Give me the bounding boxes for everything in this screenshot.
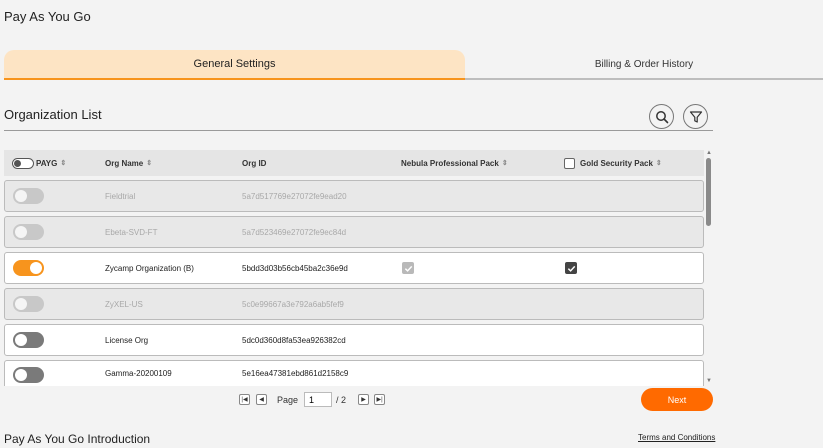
table-row[interactable]: License Org 5dc0d360d8fa53ea926382cd xyxy=(4,324,704,356)
next-page-button[interactable]: ▶ xyxy=(358,394,370,405)
search-icon xyxy=(655,110,668,123)
org-name: Zycamp Organization (B) xyxy=(105,263,194,273)
check-icon xyxy=(404,265,412,272)
sort-icon: ⇕ xyxy=(501,160,508,167)
page-number-input[interactable] xyxy=(304,392,333,407)
table-row[interactable]: Fieldtrial 5a7d517769e27072fe9ead20 xyxy=(4,180,704,212)
table-row[interactable]: Ebeta-SVD-FT 5a7d523469e27072fe9ec84d xyxy=(4,216,704,248)
gold-pack-select-all-checkbox[interactable] xyxy=(564,157,575,169)
column-org-id: Org ID xyxy=(242,150,266,176)
payg-toggle[interactable] xyxy=(13,366,44,383)
next-button[interactable]: Next xyxy=(641,388,713,411)
toggle-knob xyxy=(14,159,21,167)
column-nebula-pack-label: Nebula Professional Pack xyxy=(401,158,499,168)
tab-bar: General Settings Billing & Order History xyxy=(4,50,823,80)
search-button[interactable] xyxy=(649,104,674,129)
sort-icon: ⇕ xyxy=(655,160,662,167)
org-id: 5a7d523469e27072fe9ec84d xyxy=(242,227,347,237)
org-name: Ebeta-SVD-FT xyxy=(105,227,158,237)
filter-button[interactable] xyxy=(683,104,708,129)
org-name: Gamma-20200109 xyxy=(105,369,172,378)
check-icon xyxy=(567,265,575,272)
page-label: Page xyxy=(277,394,299,405)
prev-page-icon: ◀ xyxy=(259,397,264,403)
sort-icon: ⇕ xyxy=(146,160,153,167)
scroll-thumb[interactable] xyxy=(706,158,711,226)
org-name: ZyXEL-US xyxy=(105,299,143,309)
table-row[interactable]: Gamma-20200109 5e16ea47381ebd861d2158c9 xyxy=(4,360,704,386)
section-divider xyxy=(4,130,713,131)
column-gold-pack[interactable]: Gold Security Pack ⇕ xyxy=(564,150,662,176)
sort-icon: ⇕ xyxy=(60,160,67,167)
org-name: Fieldtrial xyxy=(105,191,136,201)
terms-link[interactable]: Terms and Conditions xyxy=(638,433,715,442)
page-title: Pay As You Go xyxy=(4,9,91,24)
toggle-knob xyxy=(15,190,27,202)
column-payg-label: PAYG xyxy=(36,158,58,168)
nebula-pack-checkbox[interactable] xyxy=(402,262,414,274)
pagination: |◀ ◀ Page / 2 ▶ ▶| xyxy=(239,392,391,407)
tab-billing-order-history[interactable]: Billing & Order History xyxy=(465,50,823,80)
table-scrollbar[interactable]: ▲ ▼ xyxy=(705,150,713,385)
intro-title: Pay As You Go Introduction xyxy=(4,432,151,446)
column-org-id-label: Org ID xyxy=(242,158,267,168)
payg-toggle[interactable] xyxy=(13,296,44,312)
org-id: 5e16ea47381ebd861d2158c9 xyxy=(242,369,349,378)
column-org-name-label: Org Name xyxy=(105,158,144,168)
last-page-button[interactable]: ▶| xyxy=(374,394,386,405)
org-name: License Org xyxy=(105,335,149,345)
page-total: / 2 xyxy=(336,394,347,405)
first-page-icon: |◀ xyxy=(241,397,248,403)
filter-icon xyxy=(689,110,702,123)
toggle-knob xyxy=(15,334,27,346)
payg-toggle[interactable] xyxy=(13,224,44,240)
prev-page-button[interactable]: ◀ xyxy=(256,394,267,405)
next-page-icon: ▶ xyxy=(361,397,366,403)
org-id: 5bdd3d03b56cb45ba2c36e9d xyxy=(242,263,348,273)
table-row[interactable]: Zycamp Organization (B) 5bdd3d03b56cb45b… xyxy=(4,252,704,284)
toggle-knob xyxy=(15,226,27,238)
column-payg[interactable]: PAYG ⇕ xyxy=(12,150,66,176)
payg-toggle[interactable] xyxy=(13,332,44,348)
gold-pack-checkbox[interactable] xyxy=(565,262,577,274)
payg-toggle[interactable] xyxy=(13,188,44,204)
section-title: Organization List xyxy=(4,107,102,122)
select-all-toggle[interactable] xyxy=(12,157,34,169)
first-page-button[interactable]: |◀ xyxy=(239,394,250,405)
toggle-knob xyxy=(15,298,27,310)
toggle-knob xyxy=(30,262,42,274)
table-header: PAYG ⇕ Org Name ⇕ Org ID Nebula Professi… xyxy=(4,150,704,176)
org-id: 5a7d517769e27072fe9ead20 xyxy=(242,191,347,201)
toggle-knob xyxy=(15,368,27,381)
org-id: 5c0e99667a3e792a6ab5fef9 xyxy=(242,299,344,309)
scroll-down-icon[interactable]: ▼ xyxy=(706,378,712,384)
tab-general-settings[interactable]: General Settings xyxy=(4,50,465,80)
payg-toggle[interactable] xyxy=(13,260,44,276)
column-nebula-pack[interactable]: Nebula Professional Pack ⇕ xyxy=(401,150,508,176)
column-gold-pack-label: Gold Security Pack xyxy=(580,158,653,168)
scroll-up-icon[interactable]: ▲ xyxy=(706,150,712,156)
org-id: 5dc0d360d8fa53ea926382cd xyxy=(242,335,346,345)
last-page-icon: ▶| xyxy=(376,397,383,403)
table-row[interactable]: ZyXEL-US 5c0e99667a3e792a6ab5fef9 xyxy=(4,288,704,320)
column-org-name[interactable]: Org Name ⇕ xyxy=(105,150,152,176)
